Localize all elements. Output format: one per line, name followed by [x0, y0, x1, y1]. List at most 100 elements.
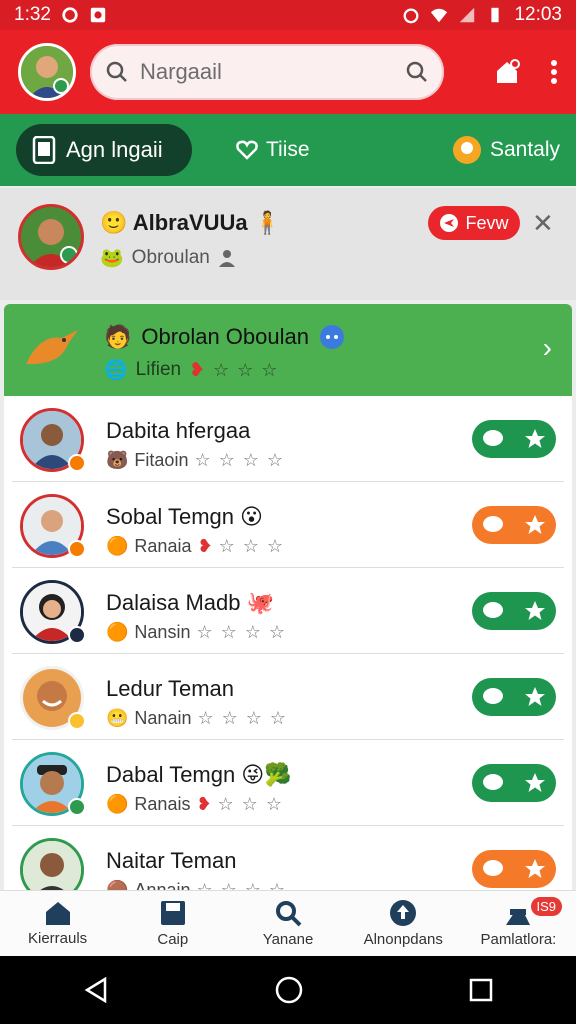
row-sub: 😬 Nanain ☆☆☆☆: [106, 708, 294, 729]
chevron-right-icon[interactable]: ›: [543, 332, 552, 364]
status-time-left: 1:32: [14, 4, 51, 25]
row-name: Ledur Teman: [106, 676, 234, 702]
nav-label: Kierrauls: [28, 930, 88, 947]
app-notification-icon: [90, 7, 106, 23]
row-sub: 🐻 Fitaoin ☆☆☆☆: [106, 450, 291, 471]
app-bar: Nargaail: [0, 30, 576, 114]
row-name: Naitar Teman: [106, 848, 236, 874]
back-icon[interactable]: [83, 977, 109, 1003]
row-sub-text: Fitaoin: [134, 450, 189, 470]
search-icon: [276, 901, 302, 927]
nav-item-group[interactable]: IS9 Pamlatlora:: [461, 891, 576, 956]
nav-item-upload[interactable]: Alnonpdans: [346, 891, 461, 956]
chat-icon: [483, 860, 503, 876]
featured-sub: 🐸 Obroulan: [100, 246, 236, 270]
close-icon[interactable]: ✕: [532, 208, 554, 239]
highlight-sub: 🌐 Lifien ❥ ☆☆☆: [104, 358, 285, 382]
row-name-text: Dabita hfergaa: [106, 418, 251, 443]
signal-icon: [460, 7, 475, 23]
action-button[interactable]: [472, 678, 556, 716]
tab-active[interactable]: Agn lngaii: [16, 124, 192, 176]
star-icon: [525, 429, 545, 448]
list-item[interactable]: Naitar Teman 🟤 Annain ☆☆☆☆: [12, 826, 564, 890]
row-sub: 🟤 Annain ☆☆☆☆: [106, 880, 293, 890]
row-name-text: Dalaisa Madb: [106, 590, 241, 615]
action-button[interactable]: [472, 592, 556, 630]
avatar-photo: [23, 841, 81, 890]
row-emoji-icon: 🟠: [106, 622, 129, 642]
search-submit-icon[interactable]: [406, 61, 428, 83]
profile-photo: [21, 46, 73, 98]
more-options-icon[interactable]: [550, 59, 558, 85]
chat-bubble-icon: [319, 325, 344, 349]
action-button[interactable]: [472, 420, 556, 458]
globe-icon: 🌐: [104, 360, 128, 381]
recents-icon[interactable]: [469, 978, 493, 1002]
badge-icon: [452, 136, 481, 164]
row-name-text: Dabal Temgn: [106, 762, 236, 787]
battery-icon: [491, 7, 500, 23]
star-icon: [525, 773, 545, 792]
plane-icon: [440, 214, 459, 232]
search-bar[interactable]: Nargaail: [90, 44, 444, 100]
tab-likes[interactable]: Tiise: [236, 138, 310, 162]
star-icon: [525, 687, 545, 706]
nav-item-save[interactable]: Caip: [115, 891, 230, 956]
home-notification-icon[interactable]: [494, 59, 520, 85]
row-sub: 🟠 Nansin ☆☆☆☆: [106, 622, 293, 643]
action-button[interactable]: [472, 764, 556, 802]
rating-stars: ☆☆☆: [217, 794, 290, 814]
row-sub-text: Ranais: [134, 794, 191, 814]
chat-icon: [483, 774, 503, 790]
chat-icon: [483, 430, 503, 446]
nav-label: Pamlatlora:: [480, 931, 557, 948]
row-name-text: Ledur Teman: [106, 676, 235, 701]
action-button[interactable]: [472, 850, 556, 888]
action-button[interactable]: [472, 506, 556, 544]
follow-button[interactable]: Fevw: [428, 206, 520, 240]
bird-icon: [26, 330, 78, 364]
search-placeholder: Nargaail: [140, 59, 222, 84]
phone-icon: [32, 136, 56, 164]
highlight-row[interactable]: 🧑 Obrolan Oboulan 🌐 Lifien ❥ ☆☆☆ ›: [4, 304, 572, 396]
chat-icon: [483, 688, 503, 704]
tab-label-1: Agn lngaii: [66, 137, 163, 162]
row-emoji-icon: 🐻: [106, 450, 129, 470]
home-circle-icon[interactable]: [275, 976, 303, 1004]
rating-stars: ☆☆☆: [213, 359, 286, 380]
list-item[interactable]: Dabal Temgn 😜🥦 🟠 Ranais ❥ ☆☆☆: [12, 740, 564, 826]
nav-item-home[interactable]: Kierrauls: [0, 891, 115, 956]
status-badge: [68, 454, 86, 472]
chat-icon: [483, 516, 503, 532]
rating-stars: ☆☆☆☆: [197, 708, 295, 728]
row-name: Dalaisa Madb 🐙: [106, 590, 274, 616]
list-item[interactable]: Dabita hfergaa 🐻 Fitaoin ☆☆☆☆: [12, 396, 564, 482]
nav-item-search[interactable]: Yanane: [230, 891, 345, 956]
tab-santaly[interactable]: Santaly: [452, 135, 560, 165]
list-item[interactable]: Dalaisa Madb 🐙 🟠 Nansin ☆☆☆☆: [12, 568, 564, 654]
list-item[interactable]: Ledur Teman 😬 Nanain ☆☆☆☆: [12, 654, 564, 740]
featured-avatar: [18, 204, 84, 270]
notification-badge: IS9: [530, 897, 563, 916]
featured-emoji-face-icon: 🙂: [100, 210, 128, 235]
featured-photo: [21, 207, 81, 267]
rating-stars: ☆☆☆: [218, 536, 291, 556]
profile-avatar[interactable]: [18, 43, 76, 101]
featured-card[interactable]: 🙂 AlbraVUUa 🧍 🐸 Obroulan Fevw ✕: [0, 188, 576, 300]
status-badge: [68, 798, 86, 816]
highlight-sub-text: Lifien: [135, 359, 182, 380]
upload-icon: [390, 900, 417, 926]
featured-emoji-icon: 🐸: [100, 248, 124, 269]
row-name-emoji-icon: 🐙: [246, 590, 274, 615]
status-bar: 1:32 12:03: [0, 0, 576, 30]
group-icon: [506, 909, 531, 925]
status-badge: [68, 626, 86, 644]
save-icon: [160, 901, 185, 925]
row-emoji-icon: 😬: [106, 708, 129, 728]
row-sub: 🟠 Ranaia ❥ ☆☆☆: [106, 536, 291, 557]
row-name-emoji-icon: 😜🥦: [241, 762, 292, 787]
status-badge: [68, 712, 86, 730]
row-name: Dabal Temgn 😜🥦: [106, 762, 292, 788]
list-item[interactable]: Sobal Temgn 😮 🟠 Ranaia ❥ ☆☆☆: [12, 482, 564, 568]
row-sub-text: Nansin: [134, 622, 191, 642]
